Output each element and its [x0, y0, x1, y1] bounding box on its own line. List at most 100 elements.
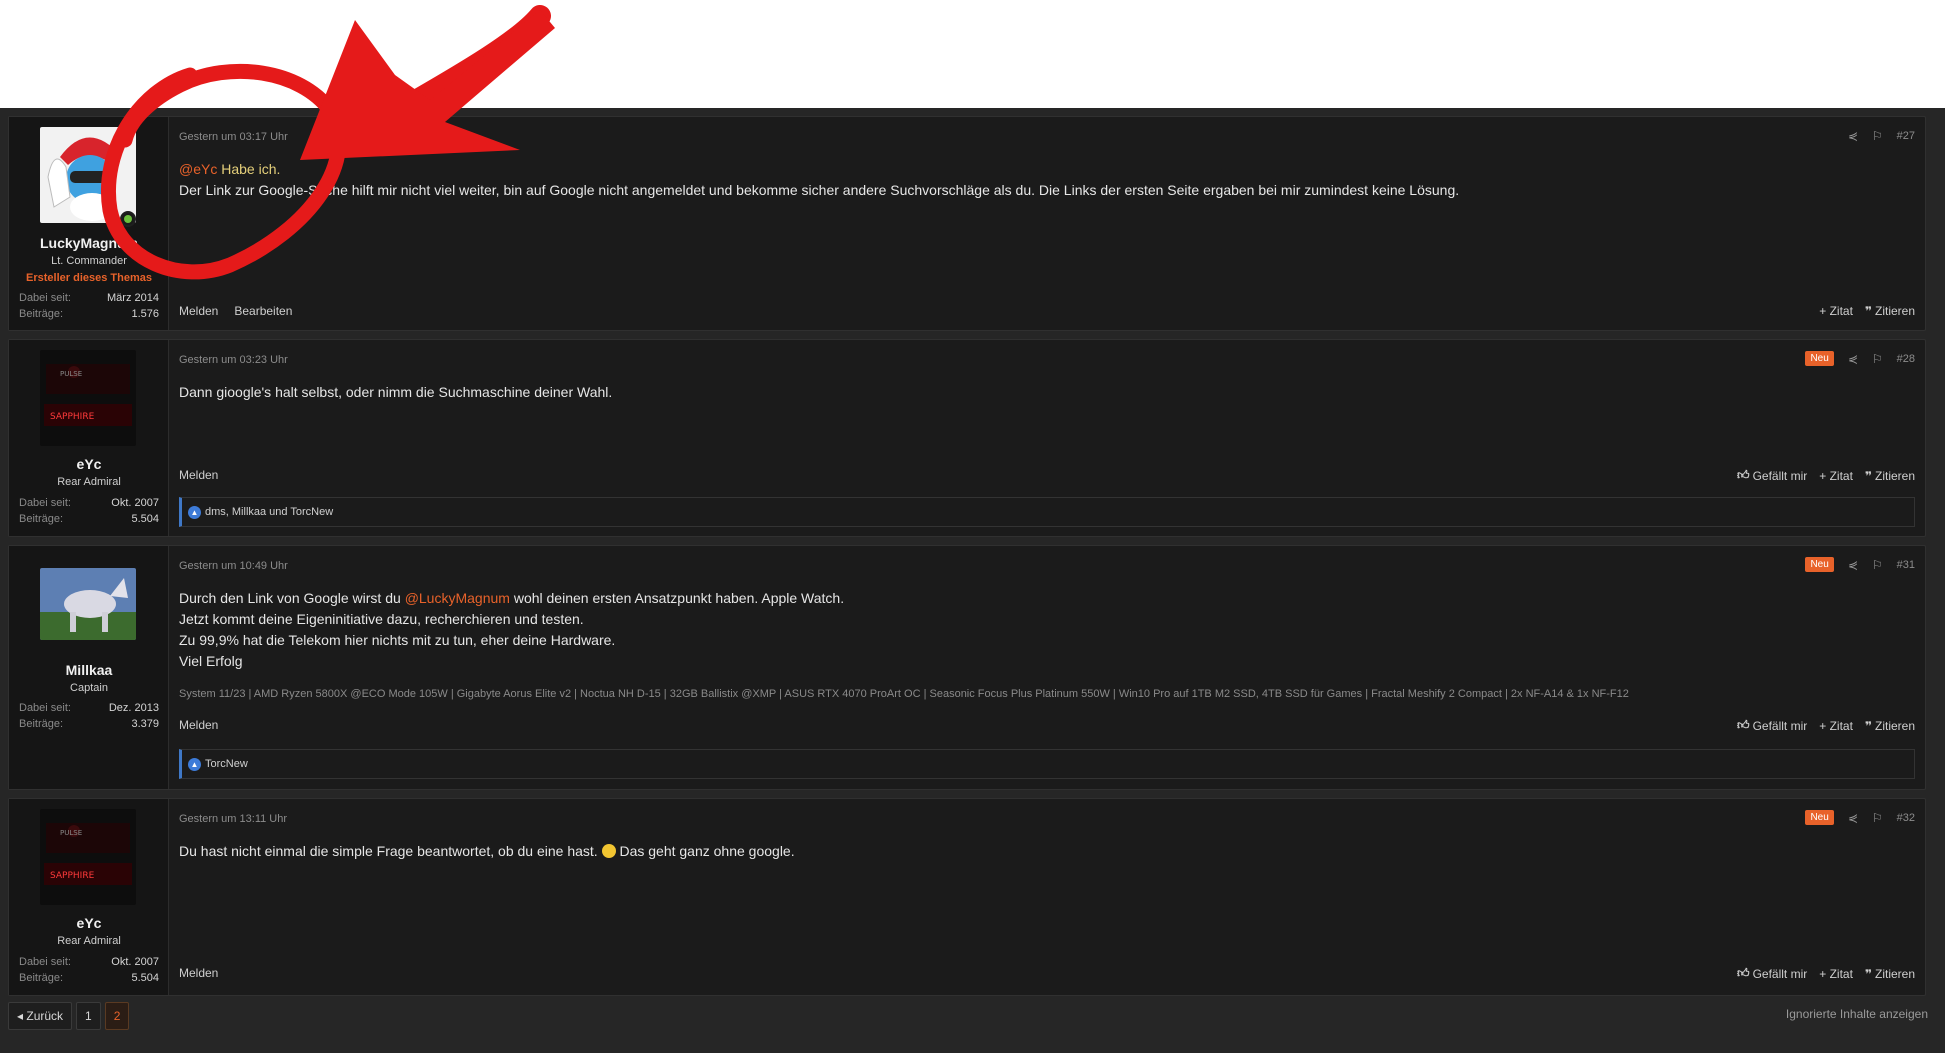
page-2-button[interactable]: 2	[104, 1002, 130, 1030]
username[interactable]: eYc	[9, 915, 169, 931]
report-button[interactable]: Melden	[179, 468, 218, 482]
reply-label: Zitieren	[1874, 718, 1915, 733]
joined-label: Dabei seit:	[19, 497, 71, 509]
post-number[interactable]: #27	[1897, 130, 1915, 142]
post-time[interactable]: Gestern um 03:23 Uhr	[179, 354, 288, 366]
like-button[interactable]: 👍︎ Gefällt mir	[1737, 718, 1807, 733]
report-button[interactable]: Melden	[179, 718, 218, 732]
text-segment: Das geht ganz ohne google.	[615, 843, 795, 859]
reply-button[interactable]: ❞ Zitieren	[1865, 304, 1915, 318]
message-text: Der Link zur Google-Suche hilft mir nich…	[179, 182, 1460, 198]
post-actions-right: 👍︎ Gefällt mir + Zitat ❞ Zitieren	[1737, 966, 1915, 981]
like-button[interactable]: 👍︎ Gefällt mir	[1737, 966, 1807, 981]
post-count-label: Beiträge:	[19, 308, 64, 320]
post-number[interactable]: #28	[1897, 353, 1915, 365]
signature: System 11/23 | AMD Ryzen 5800X @ECO Mode…	[179, 688, 1629, 700]
quote-marks-icon: ❞	[1864, 966, 1872, 981]
post-meta-actions: Neu ⋞ ⚐ #28	[1805, 351, 1915, 366]
svg-text:PULSE: PULSE	[60, 829, 82, 837]
new-badge: Neu	[1805, 557, 1834, 572]
report-button[interactable]: Melden	[179, 304, 218, 318]
thumbs-up-icon: 👍︎	[1737, 468, 1750, 482]
back-button[interactable]: ◂ Zurück	[8, 1002, 73, 1030]
text-segment: wohl deinen ersten Ansatzpunkt haben. Ap…	[509, 590, 845, 606]
mention-link[interactable]: @eYc	[179, 161, 217, 177]
post-time[interactable]: Gestern um 03:17 Uhr	[179, 131, 288, 143]
avatar[interactable]: PULSE SAPPHIRE	[40, 809, 136, 905]
user-title: Captain	[70, 682, 108, 694]
new-badge: Neu	[1805, 810, 1834, 825]
post-body: Durch den Link von Google wirst du @Luck…	[179, 588, 1905, 672]
quote-add-button[interactable]: + Zitat	[1819, 304, 1853, 318]
post-count-stat: Beiträge: 5.504	[19, 513, 159, 525]
joined-value: Dez. 2013	[108, 702, 159, 714]
user-info: Millkaa Captain Dabei seit: Dez. 2013 Bei…	[9, 546, 169, 789]
reply-button[interactable]: ❞ Zitieren	[1865, 966, 1915, 981]
like-reaction-icon: ▲	[188, 757, 201, 771]
user-title: Rear Admiral	[57, 476, 121, 488]
show-ignored-link[interactable]: Ignorierte Inhalte anzeigen	[1786, 1007, 1928, 1021]
post-meta-actions: Neu ⋞ ⚐ #31	[1805, 557, 1915, 572]
post-number[interactable]: #31	[1897, 559, 1915, 571]
post-count-value: 1.576	[131, 308, 159, 320]
reactions-bar[interactable]: ▲ dms, Millkaa und TorcNew	[179, 497, 1915, 527]
post-meta-actions: Neu ⋞ ⚐ #32	[1805, 810, 1915, 825]
bookmark-icon[interactable]: ⚐	[1872, 129, 1883, 143]
svg-text:PULSE: PULSE	[60, 370, 82, 378]
reactions-users[interactable]: TorcNew	[205, 758, 248, 770]
message-line-1: Durch den Link von Google wirst du @Luck…	[179, 588, 1905, 609]
share-icon[interactable]: ⋞	[1848, 129, 1858, 143]
joined-stat: Dabei seit: Okt. 2007	[19, 956, 159, 968]
user-title: Lt. Commander	[51, 255, 127, 267]
post-actions-right: + Zitat ❞ Zitieren	[1819, 304, 1915, 318]
avatar[interactable]	[40, 127, 136, 223]
username[interactable]: eYc	[9, 456, 169, 472]
reply-button[interactable]: ❞ Zitieren	[1865, 468, 1915, 483]
bookmark-icon[interactable]: ⚐	[1872, 811, 1883, 825]
user-title: Rear Admiral	[57, 935, 121, 947]
chevron-left-icon: ◂	[17, 1009, 27, 1023]
edit-button[interactable]: Bearbeiten	[234, 304, 292, 318]
post-number[interactable]: #32	[1897, 812, 1915, 824]
text-segment: Durch den Link von Google wirst du	[179, 590, 405, 606]
post-time[interactable]: Gestern um 13:11 Uhr	[179, 813, 287, 825]
avatar[interactable]	[40, 568, 136, 640]
share-icon[interactable]: ⋞	[1848, 811, 1858, 825]
quote-add-button[interactable]: + Zitat	[1819, 966, 1853, 981]
username[interactable]: LuckyMagnum	[9, 235, 169, 251]
online-status-icon	[120, 211, 136, 227]
like-reaction-icon: ▲	[188, 505, 201, 519]
reply-label: Zitieren	[1874, 468, 1915, 483]
page-1-button[interactable]: 1	[76, 1002, 101, 1030]
user-info: PULSE SAPPHIRE eYc Rear Admiral Dabei se…	[9, 340, 169, 536]
bookmark-icon[interactable]: ⚐	[1872, 558, 1883, 572]
joined-label: Dabei seit:	[19, 956, 71, 968]
reactions-users[interactable]: dms, Millkaa und TorcNew	[205, 506, 333, 518]
post-actions-left: Melden	[179, 966, 218, 980]
post-time[interactable]: Gestern um 10:49 Uhr	[179, 560, 288, 572]
message-line-4: Viel Erfolg	[179, 653, 243, 669]
share-icon[interactable]: ⋞	[1848, 352, 1858, 366]
mention-link[interactable]: @LuckyMagnum	[405, 590, 510, 606]
bookmark-icon[interactable]: ⚐	[1872, 352, 1883, 366]
thumbs-up-icon: 👍︎	[1737, 966, 1750, 980]
share-icon[interactable]: ⋞	[1848, 558, 1858, 572]
joined-label: Dabei seit:	[19, 702, 71, 714]
username[interactable]: Millkaa	[9, 662, 169, 678]
reply-button[interactable]: ❞ Zitieren	[1865, 718, 1915, 733]
quote-add-button[interactable]: + Zitat	[1819, 718, 1853, 733]
reactions-bar[interactable]: ▲ TorcNew	[179, 749, 1915, 779]
post-count-stat: Beiträge: 5.504	[19, 972, 159, 984]
joined-value: Okt. 2007	[111, 956, 159, 968]
quote-add-button[interactable]: + Zitat	[1819, 468, 1853, 483]
post-count-value: 3.379	[131, 718, 159, 730]
text-segment: Du hast nicht einmal die simple Frage be…	[179, 843, 602, 859]
post-count-label: Beiträge:	[19, 513, 64, 525]
pagination: ◂ Zurück 1 2	[8, 1002, 130, 1030]
post-actions-right: 👍︎ Gefällt mir + Zitat ❞ Zitieren	[1737, 468, 1915, 483]
post-27: LuckyMagnum Lt. Commander Ersteller dies…	[8, 116, 1926, 331]
avatar[interactable]: PULSE SAPPHIRE	[40, 350, 136, 446]
like-button[interactable]: 👍︎ Gefällt mir	[1737, 468, 1807, 483]
post-actions-right: 👍︎ Gefällt mir + Zitat ❞ Zitieren	[1737, 718, 1915, 733]
report-button[interactable]: Melden	[179, 966, 218, 980]
